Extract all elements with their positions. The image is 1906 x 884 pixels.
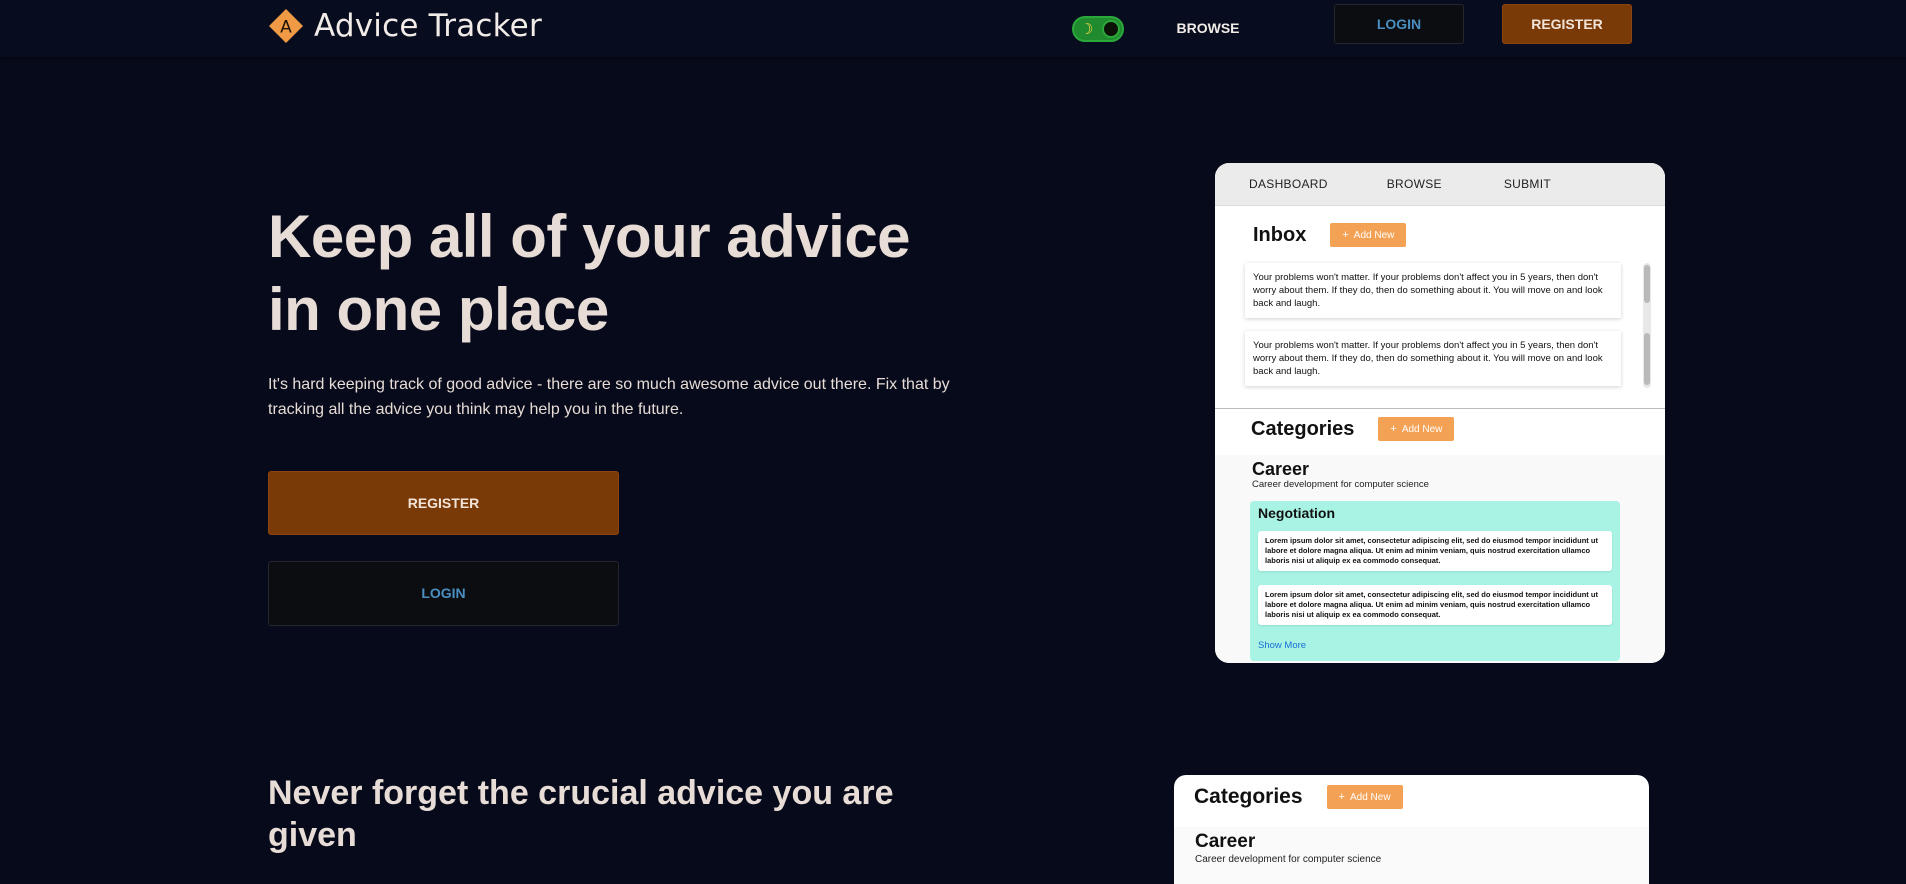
logo-icon: A [268,8,304,44]
preview-category-name: Career [1252,459,1310,479]
preview-add-new-label: Add New [1401,424,1443,435]
preview-inbox-title: Inbox [1253,223,1307,246]
preview2-category-name: Career [1195,831,1256,852]
preview2-category-description: Career development for computer science [1195,854,1382,865]
hero-login-button[interactable]: LOGIN [268,561,619,626]
preview-scrollbar-thumb [1644,265,1650,303]
header-login-button[interactable]: LOGIN [1334,4,1464,44]
preview-inbox-header: Inbox + Add New [1253,223,1407,247]
preview-scrollbar-thumb [1644,333,1650,385]
section2-title: Never forget the crucial advice you are … [268,774,894,854]
plus-icon: + [1390,423,1397,435]
preview-scrollbar [1643,263,1651,388]
preview-divider [1215,408,1665,409]
preview-add-new-button: + Add New [1330,223,1407,247]
preview-nav-dashboard: DASHBOARD [1249,177,1328,191]
preview-show-more-link: Show More [1258,640,1307,651]
theme-toggle[interactable]: ☽ [1072,16,1124,42]
preview-subcategory-name: Negotiation [1258,505,1335,521]
plus-icon: + [1338,791,1345,803]
hero-description: It's hard keeping track of good advice -… [268,376,950,418]
brand-title: Advice Tracker [314,8,542,44]
toggle-knob [1102,20,1120,38]
preview-nav: DASHBOARD BROWSE SUBMIT [1215,163,1665,206]
top-navbar: A Advice Tracker ☽ BROWSE LOGIN REGISTER [0,0,1906,57]
preview-advice-item: Lorem ipsum dolor sit amet, consectetur … [1258,531,1612,571]
preview-nav-submit: SUBMIT [1503,177,1551,191]
preview-nav-browse: BROWSE [1386,177,1442,191]
app-preview-screenshot: DASHBOARD BROWSE SUBMIT Inbox + Add New Y… [1215,163,1665,663]
hero-title: Keep all of your advice in one place [268,203,911,343]
preview2-categories-title: Categories [1194,785,1303,808]
logo-letter: A [280,18,292,38]
preview-category-description: Career development for computer science [1252,479,1429,490]
moon-icon: ☽ [1080,21,1094,38]
preview-subcategory-card: Negotiation Lorem ipsum dolor sit amet, … [1250,501,1620,661]
nav-browse-link[interactable]: BROWSE [1170,16,1246,40]
preview-add-new-label: Add New [1353,230,1395,241]
preview-categories-header: Categories + Add New [1251,417,1455,441]
preview2-add-new-button: + Add New [1326,785,1403,809]
preview-add-new-button: + Add New [1378,417,1455,441]
header-register-button[interactable]: REGISTER [1502,4,1632,44]
preview-advice-item: Lorem ipsum dolor sit amet, consectetur … [1258,585,1612,625]
preview2-add-new-label: Add New [1349,792,1391,803]
hero-register-button[interactable]: REGISTER [268,471,619,535]
preview-categories-title: Categories [1251,417,1355,440]
preview2-categories-header: Categories + Add New [1194,785,1403,809]
brand[interactable]: A Advice Tracker [268,8,542,44]
categories-preview-screenshot: Categories + Add New Career Career develo… [1174,775,1649,884]
plus-icon: + [1342,229,1349,241]
preview-inbox-item: Your problems won't matter. If your prob… [1245,263,1621,318]
preview-inbox-item: Your problems won't matter. If your prob… [1245,331,1621,386]
